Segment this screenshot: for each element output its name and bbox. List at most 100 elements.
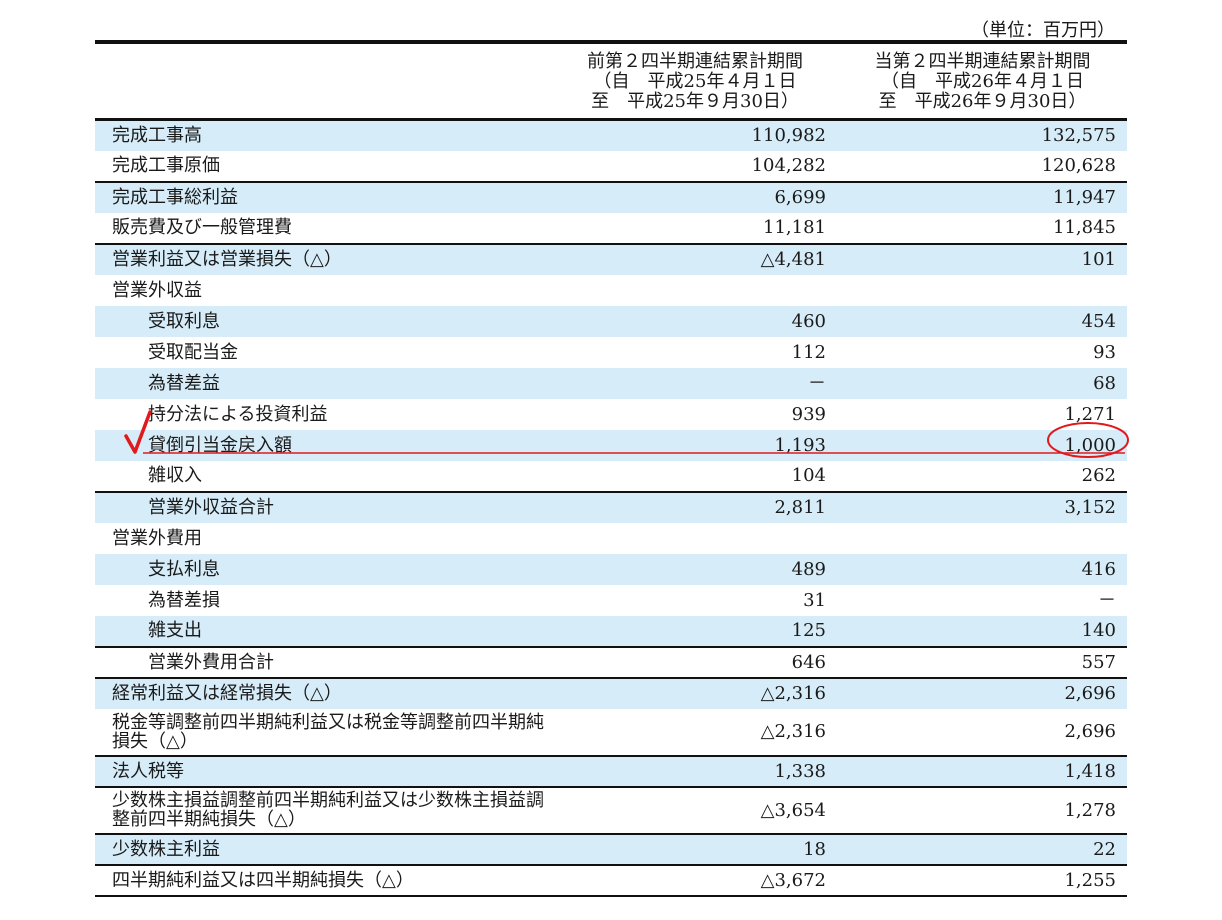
row-label: 少数株主損益調整前四半期純利益又は少数株主損益調整前四半期純損失（△） (95, 785, 552, 834)
prev-value (552, 275, 838, 306)
table-row: 営業外収益合計 2,811 3,152 (95, 490, 1127, 523)
prev-value: 6,699 (552, 180, 838, 213)
prev-value: 2,811 (552, 490, 838, 523)
row-label: 完成工事高 (95, 119, 552, 151)
curr-value: 454 (838, 305, 1127, 337)
curr-value: 120,628 (1041, 155, 1116, 176)
row-label: 持分法による投資利益 (148, 403, 328, 425)
prev-value: － (552, 367, 838, 399)
row-label: 為替差損 (148, 589, 220, 611)
income-statement-table: 前第２四半期連結累計期間 （自 平成25年４月１日 至 平成25年９月30日） … (95, 40, 1127, 897)
table-row: 営業外収益 (95, 275, 1127, 306)
table-row: 為替差損 31 － (95, 585, 1127, 616)
prev-value: 646 (552, 645, 838, 678)
row-label: 法人税等 (95, 754, 552, 787)
prev-value: 18 (552, 832, 838, 865)
prev-value: 11,181 (763, 217, 826, 238)
prev-value: 939 (791, 403, 826, 425)
curr-value: 1,000 (838, 429, 1127, 461)
table-row: 支払利息 489 416 (95, 553, 1127, 585)
prev-value: 104 (791, 465, 826, 486)
row-label: 税金等調整前四半期純利益又は税金等調整前四半期純損失（△） (112, 711, 544, 752)
curr-value: 11,845 (1053, 217, 1116, 238)
curr-value (838, 523, 1127, 554)
table-row: 完成工事総利益 6,699 11,947 (95, 180, 1127, 213)
row-label: 受取配当金 (148, 341, 238, 363)
prev-value: 1,193 (552, 429, 838, 461)
prev-value: △3,672 (552, 863, 838, 897)
header-prev-from: （自 平成25年４月１日 (593, 71, 797, 92)
curr-value: 93 (1093, 341, 1116, 363)
table-row: 税金等調整前四半期純利益又は税金等調整前四半期純損失（△） △2,316 2,6… (95, 709, 1127, 756)
curr-value: 68 (838, 367, 1127, 399)
header-prev-to: 至 平成25年９月30日） (591, 91, 799, 112)
curr-value: 3,152 (838, 490, 1127, 523)
prev-value: 112 (791, 341, 826, 363)
table-row: 雑収入 104 262 (95, 461, 1127, 492)
prev-value: △2,316 (552, 676, 838, 709)
header-curr-period: 当第２四半期連結累計期間 （自 平成26年４月１日 至 平成26年９月30日） (838, 42, 1127, 120)
table-row: 販売費及び一般管理費 11,181 11,845 (95, 213, 1127, 244)
prev-value: 31 (803, 589, 826, 611)
row-label: 販売費及び一般管理費 (112, 217, 292, 238)
table-row: 受取利息 460 454 (95, 305, 1127, 337)
row-label: 営業外費用合計 (95, 645, 552, 678)
row-label: 雑収入 (148, 465, 202, 486)
row-label: 営業外収益 (112, 279, 202, 301)
prev-value: △4,481 (552, 242, 838, 275)
table-row: 持分法による投資利益 939 1,271 (95, 399, 1127, 430)
table-header-row: 前第２四半期連結累計期間 （自 平成25年４月１日 至 平成25年９月30日） … (95, 42, 1127, 120)
table-row: 少数株主利益 18 22 (95, 832, 1127, 865)
curr-value: 557 (838, 645, 1127, 678)
curr-value: 1,278 (838, 785, 1127, 834)
prev-value: 104,282 (751, 155, 826, 176)
prev-value: △3,654 (552, 785, 838, 834)
prev-value: 110,982 (552, 119, 838, 151)
curr-value: 1,418 (838, 754, 1127, 787)
row-label: 完成工事原価 (112, 155, 220, 176)
row-label: 経常利益又は経常損失（△） (95, 676, 552, 709)
table-row: 営業利益又は営業損失（△） △4,481 101 (95, 242, 1127, 275)
table-row: 経常利益又は経常損失（△） △2,316 2,696 (95, 676, 1127, 709)
row-label: 少数株主利益 (95, 832, 552, 865)
row-label: 受取利息 (95, 305, 552, 337)
unit-label: （単位：百万円） (971, 20, 1115, 41)
table-row: 為替差益 － 68 (95, 367, 1127, 399)
row-label: 完成工事総利益 (95, 180, 552, 213)
curr-value: 262 (1081, 465, 1116, 486)
row-label: 営業外収益合計 (95, 490, 552, 523)
table-row: 完成工事高 110,982 132,575 (95, 119, 1127, 151)
header-prev-period: 前第２四半期連結累計期間 （自 平成25年４月１日 至 平成25年９月30日） (552, 42, 838, 120)
curr-value: － (1098, 589, 1116, 611)
table-row: 四半期純利益又は四半期純損失（△） △3,672 1,255 (95, 863, 1127, 897)
table-row: 法人税等 1,338 1,418 (95, 754, 1127, 787)
prev-value: 1,338 (552, 754, 838, 787)
header-label-cell (95, 42, 552, 120)
curr-value: 416 (838, 553, 1127, 585)
curr-value: 2,696 (838, 676, 1127, 709)
curr-value: 22 (838, 832, 1127, 865)
table-row: 営業外費用合計 646 557 (95, 645, 1127, 678)
header-curr-title: 当第２四半期連結累計期間 (874, 51, 1091, 72)
table-row: 貸倒引当金戻入額 1,193 1,000 (95, 429, 1127, 461)
table-row: 少数株主損益調整前四半期純利益又は少数株主損益調整前四半期純損失（△） △3,6… (95, 785, 1127, 834)
header-curr-to: 至 平成26年９月30日） (878, 91, 1087, 112)
curr-value: 140 (838, 615, 1127, 647)
prev-value: 489 (552, 553, 838, 585)
row-label: 為替差益 (95, 367, 552, 399)
curr-value: 101 (838, 242, 1127, 275)
table-row: 雑支出 125 140 (95, 615, 1127, 647)
row-label: 営業外費用 (112, 527, 202, 549)
prev-value: △2,316 (760, 721, 826, 742)
row-label: 貸倒引当金戻入額 (95, 429, 552, 461)
table-row: 完成工事原価 104,282 120,628 (95, 151, 1127, 182)
row-label: 営業利益又は営業損失（△） (95, 242, 552, 275)
row-label: 雑支出 (95, 615, 552, 647)
curr-value: 11,947 (838, 180, 1127, 213)
prev-value: 460 (552, 305, 838, 337)
header-curr-from: （自 平成26年４月１日 (881, 71, 1084, 92)
curr-value (838, 275, 1127, 306)
curr-value: 1,271 (1064, 403, 1116, 425)
row-label: 支払利息 (95, 553, 552, 585)
header-prev-title: 前第２四半期連結累計期間 (587, 51, 803, 72)
